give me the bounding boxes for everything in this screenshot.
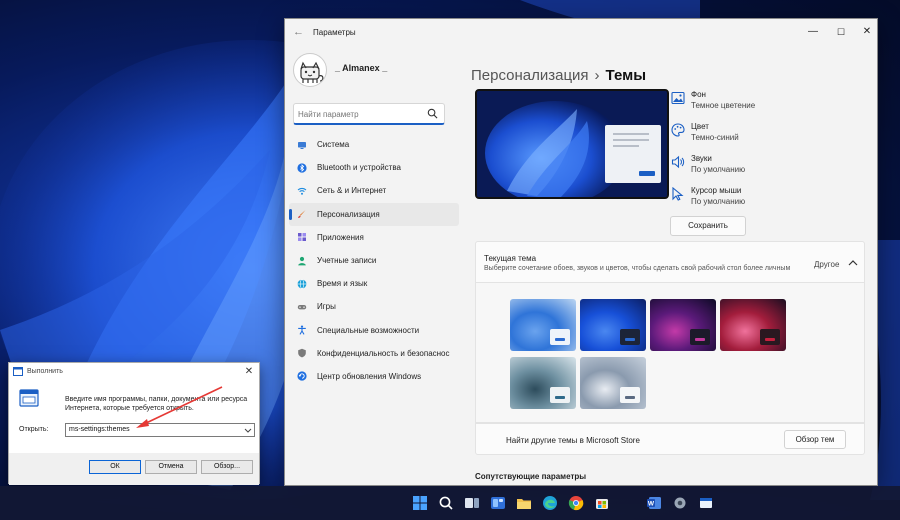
settings-icon[interactable] <box>672 495 688 511</box>
task-view-icon[interactable] <box>464 495 480 511</box>
store-icon[interactable] <box>594 495 610 511</box>
run-icon[interactable] <box>698 495 714 511</box>
chrome-icon[interactable] <box>568 495 584 511</box>
svg-text:W: W <box>648 501 655 508</box>
edge-icon[interactable] <box>542 495 558 511</box>
widgets-icon[interactable] <box>490 495 506 511</box>
word-icon[interactable]: W <box>646 495 662 511</box>
file-explorer-icon[interactable] <box>516 495 532 511</box>
windows-start-icon[interactable] <box>412 495 428 511</box>
annotation-arrow <box>136 386 223 428</box>
search-icon[interactable] <box>438 495 454 511</box>
taskbar: W <box>0 486 900 520</box>
